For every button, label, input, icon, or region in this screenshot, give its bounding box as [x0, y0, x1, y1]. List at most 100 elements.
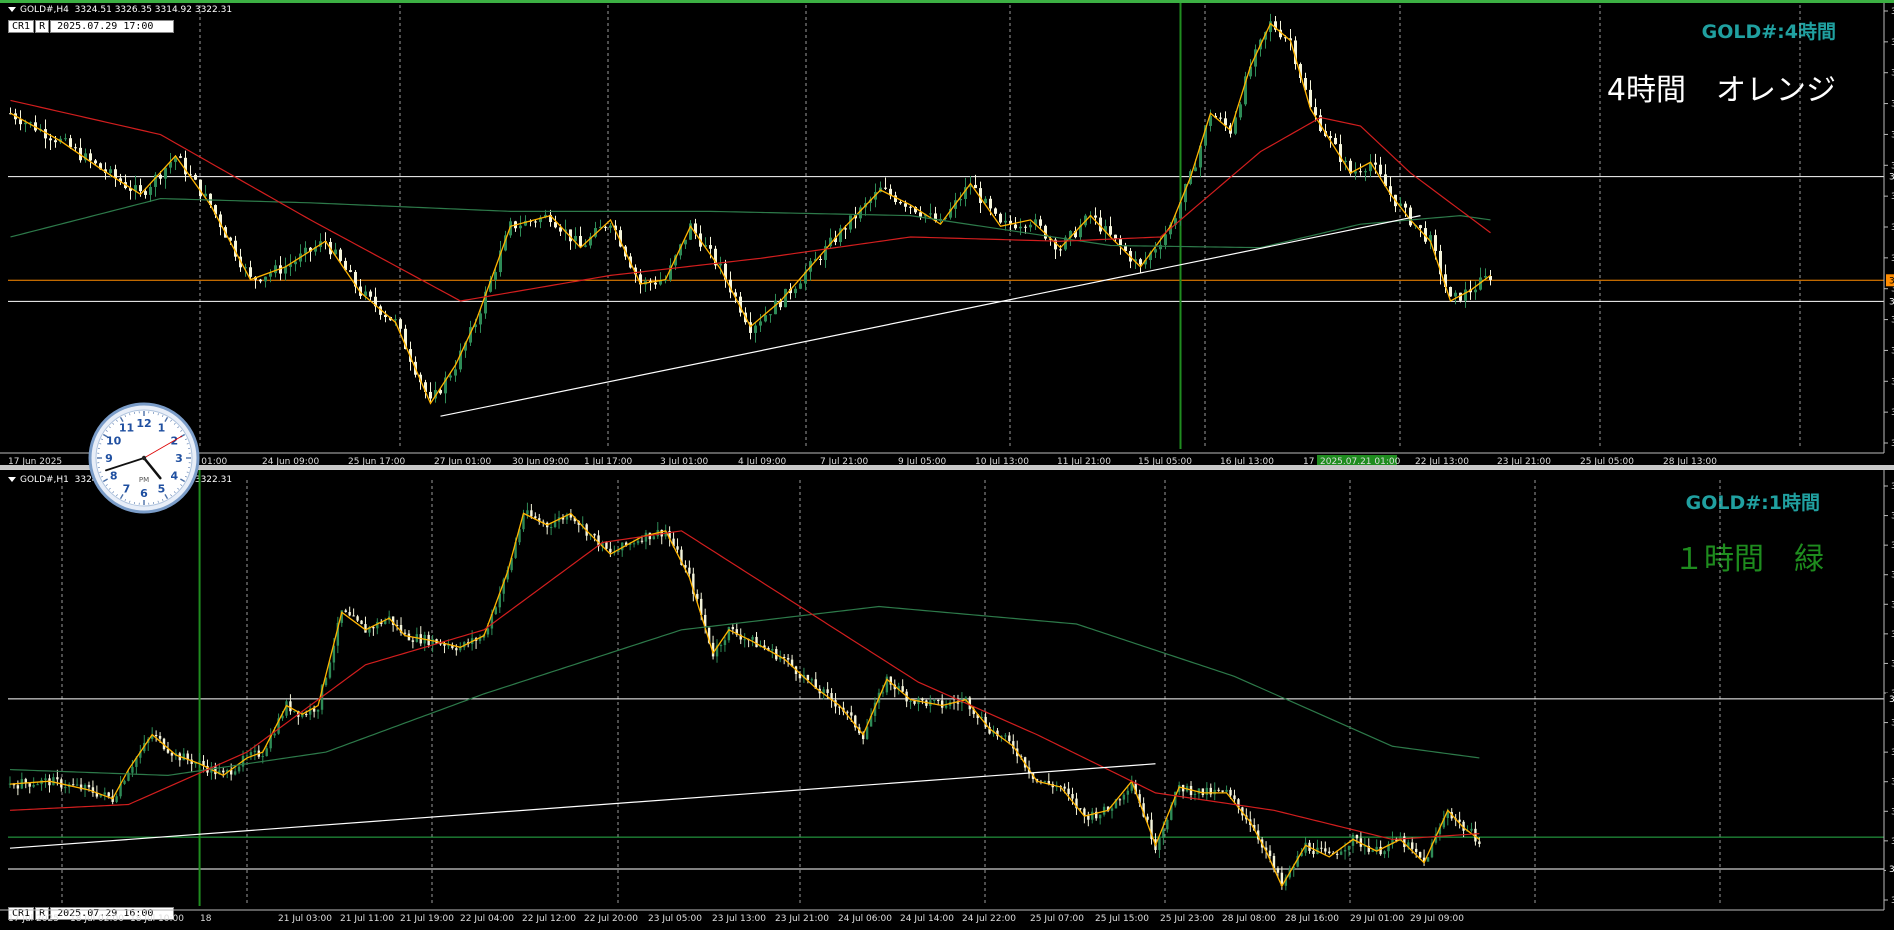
candle-body	[1359, 171, 1362, 173]
candle-body	[28, 783, 31, 787]
time-tick-label: 15 Jul 05:00	[1138, 457, 1192, 465]
time-tick-label: 22 Jul 12:00	[522, 914, 576, 924]
time-tick-label: 4 Jul 09:00	[738, 457, 787, 465]
chart-canvas-h4[interactable]: 3445.903429.753414.453398.703383.403368.…	[0, 3, 1894, 465]
chart-canvas-h1[interactable]: 3441.403430.603419.803408.703397.603386.…	[0, 470, 1894, 930]
candle-body	[1158, 837, 1161, 850]
candle-body	[901, 686, 904, 692]
clock-number: 3	[175, 452, 183, 465]
candle-body	[44, 778, 47, 780]
candle-body	[1339, 851, 1343, 855]
candle-body	[149, 186, 152, 195]
time-tick-label: 25 Jul 05:00	[1580, 457, 1634, 465]
candle-body	[269, 273, 272, 277]
candle-body	[455, 648, 458, 651]
candle-body	[1434, 235, 1437, 251]
candle-body	[245, 755, 249, 757]
candle-body	[1217, 789, 1220, 791]
candle-body	[604, 226, 607, 228]
candle-body	[719, 645, 723, 647]
candle-body	[294, 261, 297, 265]
candle-body	[764, 315, 767, 322]
candle-body	[1087, 815, 1090, 820]
time-tick-label: 10 Jul 13:00	[975, 457, 1029, 465]
time-tick-label: 21 Jul 03:00	[278, 914, 332, 924]
candle-body	[109, 169, 112, 174]
candle-body	[339, 249, 342, 261]
candle-body	[1383, 851, 1386, 855]
candle-body	[1233, 795, 1236, 800]
candle-body	[933, 699, 936, 701]
candle-body	[929, 213, 932, 215]
time-tick-label: 23 Jul 21:00	[1497, 457, 1551, 465]
candle-body	[1347, 845, 1351, 850]
time-tick-label: 25 Jul 07:00	[1030, 914, 1084, 924]
candle-body	[411, 640, 415, 642]
trendline	[440, 215, 1421, 417]
candle-body	[1229, 789, 1232, 796]
candle-body	[170, 752, 174, 756]
candle-body	[819, 258, 822, 261]
time-tick-label: 3 Jul 01:00	[660, 457, 709, 465]
chart-pane-h1[interactable]: GOLD#,H1 3324.51 3326.35 3314.92 3322.31…	[0, 469, 1894, 930]
candle-body	[494, 607, 498, 615]
candle-body	[103, 792, 106, 795]
candle-body	[249, 267, 252, 277]
time-tick-label: 23 Jul 05:00	[648, 914, 702, 924]
candle-body	[786, 657, 790, 660]
time-tick-label: 17 Jun 2025	[8, 457, 62, 465]
time-tick-label: 23 Jul 21:00	[775, 914, 829, 924]
candle-body	[1328, 851, 1331, 853]
candle-body	[1419, 225, 1422, 229]
candle-body	[1193, 793, 1197, 795]
candle-body	[769, 314, 772, 316]
candle-body	[784, 288, 787, 308]
candle-body	[32, 784, 35, 787]
candle-body	[850, 712, 853, 716]
candle-body	[115, 796, 118, 802]
candle-body	[999, 213, 1002, 223]
candle-body	[344, 610, 347, 613]
candle-body	[1091, 811, 1094, 820]
candle-body	[1067, 788, 1070, 795]
candle-body	[644, 532, 648, 542]
candle-body	[1154, 249, 1157, 253]
time-tick-label: 29 Jul 01:00	[1350, 914, 1404, 924]
candle-body	[593, 533, 596, 536]
candle-body	[194, 174, 197, 180]
candle-body	[1474, 289, 1477, 293]
candle-body	[1004, 220, 1007, 223]
time-axis: 17 Jul 2025 18 Jul 02:00 18 Jul 10:00 18 21 …	[8, 914, 1464, 924]
candle-body	[921, 698, 924, 701]
candle-body	[632, 543, 636, 545]
clock-number: 9	[105, 452, 113, 465]
candle-body	[1355, 834, 1359, 839]
candle-body	[940, 700, 944, 708]
zigzag-line	[10, 22, 1491, 405]
candle-body	[1470, 828, 1473, 831]
candle-body	[69, 138, 72, 148]
candle-body	[846, 711, 849, 713]
crosshair-time-label: 2025.07.21 01:00	[1320, 457, 1401, 465]
candle-body	[1418, 851, 1422, 858]
candle-body	[754, 325, 757, 333]
candle-body	[71, 784, 75, 786]
time-tick-label: 25 Jun 17:00	[348, 457, 405, 465]
candle-body	[1014, 224, 1017, 229]
time-tick-label: 24 Jul 06:00	[838, 914, 892, 924]
candle-body	[1194, 167, 1197, 172]
candle-body	[144, 191, 147, 195]
candle-body	[799, 283, 802, 289]
candle-body	[123, 780, 126, 784]
candle-body	[237, 766, 241, 772]
moving-average-slow	[9, 605, 1480, 776]
candle-body	[743, 639, 746, 641]
candle-body	[1114, 234, 1117, 239]
candle-body	[654, 282, 657, 285]
candle-body	[989, 198, 992, 209]
candle-body	[249, 752, 253, 756]
candle-body	[289, 701, 292, 712]
time-tick-label: 24 Jul 14:00	[900, 914, 954, 924]
chart-pane-h4[interactable]: GOLD#,H4 3324.51 3326.35 3314.92 3322.31…	[0, 0, 1894, 465]
candle-body	[1219, 117, 1222, 119]
